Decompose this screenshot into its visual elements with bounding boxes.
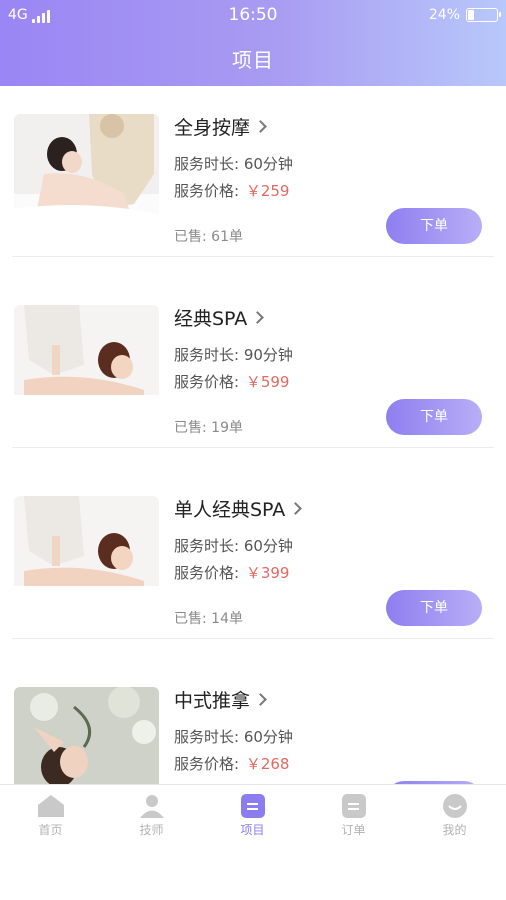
list-item[interactable]: 单人经典SPA 服务时长: 60分钟 服务价格: ￥399 已售: 14单 下单 (12, 468, 494, 639)
tab-project[interactable]: 项目 (202, 793, 303, 838)
item-title[interactable]: 中式推拿 (174, 686, 267, 713)
list-item[interactable]: 全身按摩 服务时长: 60分钟 服务价格: ￥259 已售: 61单 下单 (12, 86, 494, 257)
tab-bar: 首页 技师 项目 订单 我的 (0, 784, 506, 900)
tab-profile[interactable]: 我的 (404, 793, 505, 838)
single-classic-spa-photo[interactable] (14, 496, 159, 626)
order-icon (341, 794, 366, 818)
item-duration: 服务时长: 60分钟 (174, 728, 293, 746)
item-sold: 已售: 61单 (174, 229, 243, 245)
item-title[interactable]: 经典SPA (174, 304, 265, 331)
order-button[interactable]: 下单 (386, 590, 482, 626)
item-price: 服务价格: ￥268 (174, 755, 290, 773)
item-sold: 已售: 14单 (174, 611, 243, 627)
battery-status: 24% (428, 7, 501, 23)
item-price: 服务价格: ￥259 (174, 182, 290, 200)
tab-home[interactable]: 首页 (0, 793, 101, 838)
order-button[interactable]: 下单 (386, 208, 482, 244)
item-sold: 已售: 19单 (174, 420, 243, 436)
home-icon (37, 795, 64, 817)
header: 4G 16:50 24% 项目 (0, 0, 506, 86)
item-name: 经典SPA (174, 308, 248, 330)
chevron-right-icon (289, 502, 303, 515)
battery-icon (466, 8, 501, 22)
project-list[interactable]: 全身按摩 服务时长: 60分钟 服务价格: ￥259 已售: 61单 下单 经典… (0, 86, 506, 784)
item-name: 全身按摩 (174, 117, 251, 139)
order-button[interactable]: 下单 (386, 399, 482, 435)
tab-order[interactable]: 订单 (303, 793, 404, 838)
classic-spa-photo[interactable] (14, 305, 159, 435)
chevron-right-icon (251, 311, 265, 324)
profile-icon (442, 794, 467, 818)
list-item[interactable]: 中式推拿 服务时长: 60分钟 服务价格: ￥268 下单 (12, 659, 494, 784)
tab-technician[interactable]: 技师 (101, 793, 202, 838)
item-duration: 服务时长: 60分钟 (174, 155, 293, 173)
item-price: 服务价格: ￥599 (174, 373, 290, 391)
status-bar: 4G 16:50 24% (0, 0, 506, 32)
page-title: 项目 (232, 48, 274, 72)
technician-icon (139, 795, 164, 818)
project-icon (240, 794, 265, 818)
full-body-massage-photo[interactable] (14, 114, 159, 244)
item-name: 单人经典SPA (174, 499, 286, 521)
tab-label: 订单 (341, 823, 366, 837)
item-duration: 服务时长: 60分钟 (174, 537, 293, 555)
item-title[interactable]: 全身按摩 (174, 113, 267, 140)
chinese-tuina-photo[interactable] (14, 687, 159, 784)
tab-label: 首页 (38, 823, 63, 837)
tab-label: 技师 (139, 823, 164, 837)
list-item[interactable]: 经典SPA 服务时长: 90分钟 服务价格: ￥599 已售: 19单 下单 (12, 277, 494, 448)
tab-label: 项目 (240, 823, 265, 837)
chevron-right-icon (254, 693, 267, 706)
item-title[interactable]: 单人经典SPA (174, 495, 303, 522)
tab-label: 我的 (442, 823, 467, 837)
item-price: 服务价格: ￥399 (174, 564, 290, 582)
item-duration: 服务时长: 90分钟 (174, 346, 293, 364)
item-name: 中式推拿 (174, 690, 251, 712)
battery-percent: 24% (428, 7, 460, 23)
chevron-right-icon (254, 120, 267, 133)
